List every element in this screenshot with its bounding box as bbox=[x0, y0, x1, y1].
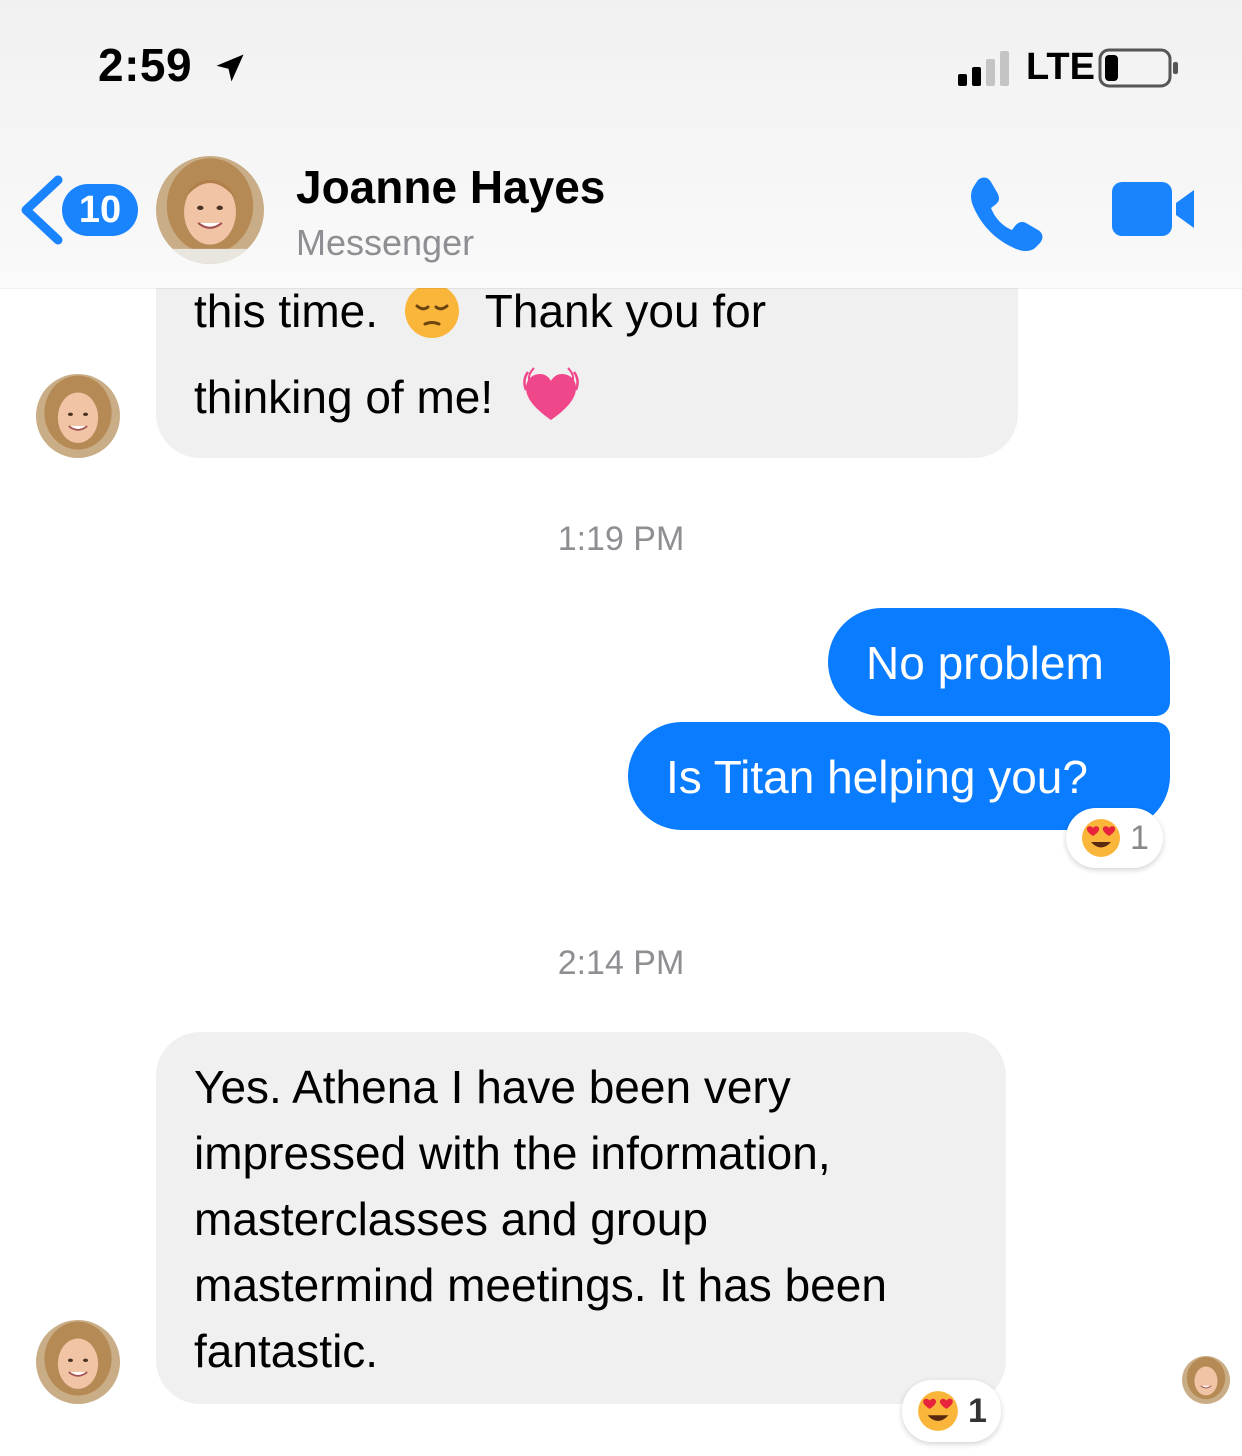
network-label: LTE bbox=[1026, 46, 1095, 88]
message-bubble-outgoing[interactable]: No problem bbox=[828, 608, 1170, 716]
message-text-line: fantastic. bbox=[194, 1325, 379, 1377]
video-camera-icon[interactable] bbox=[1110, 176, 1198, 242]
contact-avatar[interactable] bbox=[156, 156, 264, 264]
battery-icon bbox=[1098, 48, 1178, 88]
message-text: Thank you for bbox=[484, 285, 767, 337]
status-bar: 2:59 LTE bbox=[0, 0, 1242, 130]
timestamp: 1:19 PM bbox=[557, 520, 685, 558]
message-text-line: impressed with the information, bbox=[194, 1127, 831, 1179]
contact-name[interactable]: Joanne Hayes bbox=[296, 160, 605, 214]
message-text: thinking of me! bbox=[194, 371, 494, 423]
contact-subtitle: Messenger bbox=[296, 222, 475, 263]
message-text-line: masterclasses and group bbox=[194, 1193, 708, 1245]
signal-icon bbox=[958, 51, 1009, 86]
pensive-face-emoji bbox=[404, 283, 459, 338]
unread-count-badge[interactable]: 10 bbox=[62, 184, 138, 236]
message-bubble-incoming[interactable]: Yes. Athena I have been very impressed w… bbox=[156, 1032, 1006, 1404]
reaction-badge[interactable]: 1 bbox=[902, 1380, 1001, 1442]
message-text: this time. bbox=[194, 285, 379, 337]
reaction-count: 1 bbox=[968, 1391, 987, 1430]
message-text: Is Titan helping you? bbox=[666, 751, 1088, 803]
growing-heart-emoji bbox=[523, 367, 579, 420]
message-text: No problem bbox=[866, 637, 1104, 689]
heart-eyes-emoji bbox=[918, 1391, 958, 1431]
reaction-count: 1 bbox=[1130, 818, 1149, 857]
status-time: 2:59 bbox=[98, 39, 193, 91]
location-arrow-icon bbox=[216, 54, 244, 82]
read-receipt-avatar bbox=[1182, 1356, 1230, 1404]
heart-eyes-emoji bbox=[1082, 819, 1120, 857]
reaction-badge[interactable]: 1 bbox=[1066, 808, 1163, 868]
message-text-line: mastermind meetings. It has been bbox=[194, 1259, 887, 1311]
message-text-line: Yes. Athena I have been very bbox=[194, 1061, 791, 1113]
contact-avatar-small[interactable] bbox=[36, 374, 120, 458]
timestamp: 2:14 PM bbox=[557, 944, 685, 982]
contact-avatar-small[interactable] bbox=[36, 1320, 120, 1404]
phone-icon[interactable] bbox=[966, 170, 1050, 254]
